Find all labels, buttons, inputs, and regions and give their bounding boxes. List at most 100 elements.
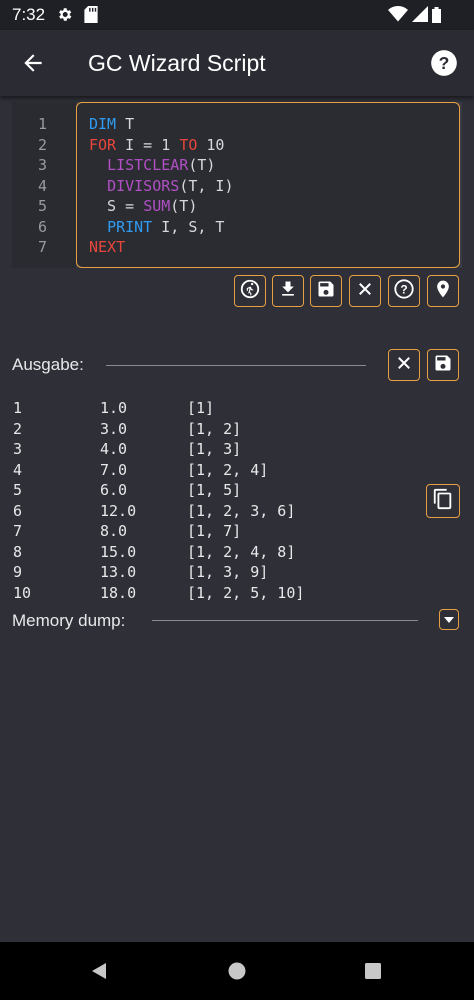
nav-home-icon[interactable] <box>228 962 246 985</box>
output-cell: 2 <box>13 419 23 438</box>
line-number: 2 <box>38 135 48 154</box>
battery-icon <box>432 7 441 28</box>
code-line: S = SUM(T) <box>89 196 234 217</box>
svg-text:?: ? <box>400 282 407 296</box>
output-cell: 7.0 <box>100 460 128 479</box>
save-code-button[interactable] <box>310 275 342 307</box>
output-cell: 13.0 <box>100 563 137 581</box>
location-pin-icon <box>433 279 453 304</box>
app-bar: GC Wizard Script ? <box>0 30 474 96</box>
signal-icon <box>412 6 428 27</box>
output-cell: [1, 2] <box>187 419 242 438</box>
clear-code-button[interactable] <box>349 275 381 307</box>
line-number: 7 <box>38 238 48 256</box>
code-token: FOR <box>89 135 117 154</box>
code-text[interactable]: DIM T FOR I = 1 TO 10 LISTCLEAR(T) DIVISO… <box>89 114 234 258</box>
output-cell: 1.0 <box>100 399 128 417</box>
code-token: LISTCLEAR <box>107 156 189 174</box>
code-token: (T, I) <box>179 176 234 195</box>
code-token: 10 <box>197 135 225 154</box>
output-cell: [1, 2, 5, 10] <box>187 583 305 602</box>
line-number: 3 <box>38 156 48 174</box>
code-token: DIM <box>89 115 117 133</box>
settings-icon <box>56 6 73 28</box>
close-icon <box>356 280 374 303</box>
code-line: NEXT <box>89 237 234 258</box>
output-cell: 7 <box>13 522 23 540</box>
code-token: TO <box>179 135 198 154</box>
code-line: DIM T <box>89 114 234 135</box>
memory-expand-button[interactable] <box>439 609 459 630</box>
location-button[interactable] <box>427 275 459 307</box>
output-cell: 18.0 <box>100 583 137 602</box>
close-icon <box>395 354 413 377</box>
line-number: 1 <box>38 115 48 133</box>
code-token: T <box>116 115 135 133</box>
code-token: NEXT <box>89 238 126 256</box>
output-cell: [1, 2, 4] <box>187 460 269 479</box>
copy-icon <box>432 488 454 515</box>
code-token: I, S, T <box>152 217 225 236</box>
code-line: FOR I = 1 TO 10 <box>89 135 234 156</box>
output-cell: [1] <box>187 399 215 417</box>
output-cell: 8 <box>13 542 23 561</box>
svg-text:?: ? <box>439 53 450 73</box>
chevron-down-icon <box>444 611 454 629</box>
line-number-gutter: 1 2 3 4 5 6 7 <box>12 102 76 268</box>
save-icon <box>433 353 453 378</box>
nav-back-icon[interactable] <box>90 962 108 985</box>
nav-recents-icon[interactable] <box>365 963 381 984</box>
output-cell: [1, 7] <box>187 522 242 540</box>
code-line: DIVISORS(T, I) <box>89 176 234 197</box>
line-number: 6 <box>38 217 48 236</box>
output-cell: [1, 3] <box>187 440 242 458</box>
output-label: Ausgabe: <box>12 355 84 374</box>
code-editor: 1234567 DIM T FOR I = 1 TO 10 LISTCLEAR(T… <box>12 102 462 268</box>
wifi-icon <box>388 6 408 27</box>
code-token: S = <box>89 197 144 215</box>
output-cell: 4.0 <box>100 440 128 458</box>
help-circle-icon: ? <box>393 278 415 305</box>
help-icon[interactable]: ? <box>430 49 458 82</box>
output-cell: [1, 5] <box>187 481 242 499</box>
copy-output-button[interactable] <box>426 484 460 518</box>
status-bar: 7:32 <box>0 0 474 30</box>
output-cell: 1 <box>13 399 23 417</box>
output-cell: 12.0 <box>100 501 137 520</box>
output-cell: 3 <box>13 440 23 458</box>
page-title: GC Wizard Script <box>88 50 266 76</box>
output-cell: 6.0 <box>100 481 128 499</box>
output-cell: 5 <box>13 481 23 499</box>
code-token: (T) <box>188 156 216 174</box>
output-divider <box>106 365 366 366</box>
run-button[interactable] <box>234 275 266 307</box>
code-line: PRINT I, S, T <box>89 217 234 238</box>
download-icon <box>278 279 298 304</box>
download-button[interactable] <box>272 275 304 307</box>
line-number: 5 <box>38 197 48 215</box>
help-button[interactable]: ? <box>388 275 420 307</box>
output-cell: 8.0 <box>100 522 128 540</box>
sd-card-icon <box>84 6 98 28</box>
code-input[interactable]: DIM T FOR I = 1 TO 10 LISTCLEAR(T) DIVISO… <box>76 102 460 268</box>
clear-output-button[interactable] <box>388 349 420 381</box>
output-cell: 10 <box>13 583 32 602</box>
save-icon <box>316 279 336 304</box>
code-token: SUM <box>143 197 171 215</box>
code-token: (T) <box>170 197 198 215</box>
output-cell: 9 <box>13 563 23 581</box>
run-icon <box>239 278 261 305</box>
back-arrow-icon[interactable] <box>20 50 46 81</box>
output-cell: [1, 2, 3, 6] <box>187 501 296 520</box>
memory-divider <box>152 620 418 621</box>
save-output-button[interactable] <box>427 349 459 381</box>
code-token: I = 1 <box>116 135 180 154</box>
output-cell: 15.0 <box>100 542 137 561</box>
output-cell: 6 <box>13 501 23 520</box>
code-token: DIVISORS <box>107 176 180 195</box>
memory-dump-label: Memory dump: <box>12 611 126 630</box>
output-cell: [1, 3, 9] <box>187 563 269 581</box>
